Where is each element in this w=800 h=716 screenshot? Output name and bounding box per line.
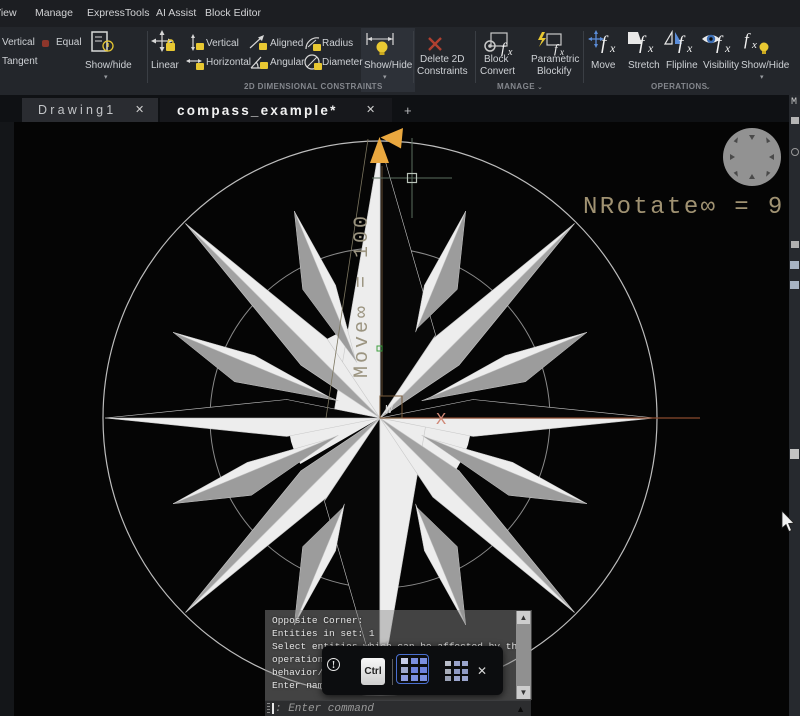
svg-text:f: f [678,33,686,54]
svg-text:x: x [647,41,654,55]
svg-text:x: x [686,41,693,55]
svg-text:f: f [744,30,751,49]
svg-text:f: f [716,33,724,54]
svg-text:x: x [609,41,616,55]
svg-text:x: x [724,41,731,55]
svg-text:f: f [601,33,609,54]
svg-text:x: x [751,39,757,51]
svg-text:f: f [639,33,647,54]
